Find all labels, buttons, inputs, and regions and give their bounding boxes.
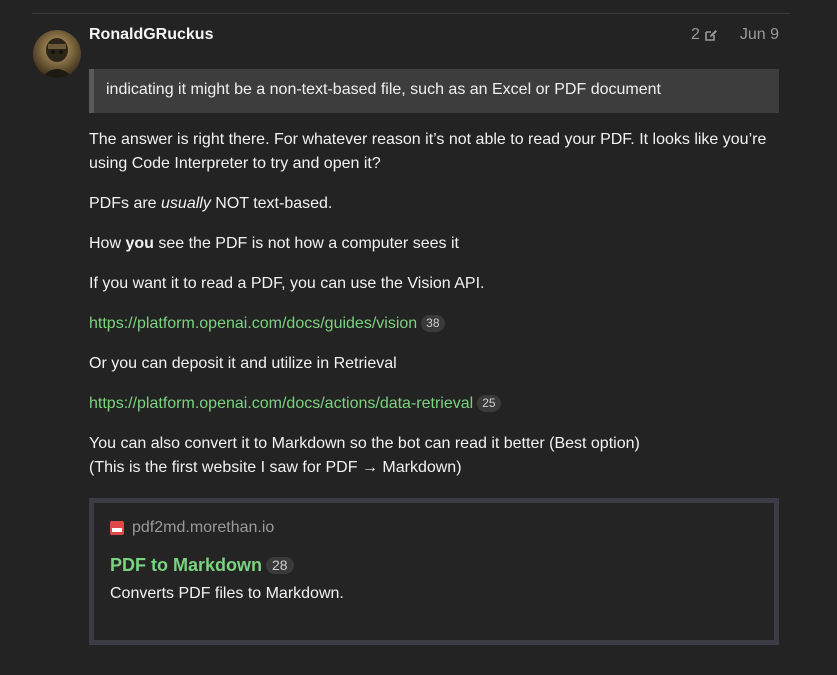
click-count-badge: 25: [477, 395, 501, 412]
link-preview-card: pdf2md.morethan.io PDF to Markdown 28 Con…: [89, 498, 779, 645]
text: How: [89, 235, 126, 252]
avatar[interactable]: [33, 30, 81, 78]
paragraph: Or you can deposit it and utilize in Ret…: [89, 355, 397, 372]
paragraph: PDFs are usually NOT text-based.: [89, 192, 779, 216]
pdf-favicon-icon: [110, 521, 124, 535]
paragraph: https://platform.openai.com/docs/actions…: [89, 392, 779, 416]
text: see the PDF is not how a computer sees i…: [153, 235, 459, 252]
emphasis-text: usually: [161, 195, 211, 212]
paragraph: https://platform.openai.com/docs/guides/…: [89, 312, 779, 336]
paragraph: The answer is right there. For whatever …: [89, 131, 767, 172]
forum-post: RonaldGRuckus 2 Jun 9 indicating it migh…: [0, 0, 837, 675]
paragraph: If you want it to read a PDF, you can us…: [89, 275, 485, 292]
click-count-badge: 38: [421, 315, 445, 332]
preview-title: PDF to Markdown 28: [110, 555, 758, 576]
text: PDFs are: [89, 195, 162, 212]
edit-count: 2: [690, 26, 700, 43]
paragraph: You can also convert it to Markdown so t…: [89, 432, 779, 480]
preview-source-domain: pdf2md.morethan.io: [132, 519, 275, 536]
retrieval-docs-link[interactable]: https://platform.openai.com/docs/actions…: [89, 395, 473, 412]
preview-title-link[interactable]: PDF to Markdown: [110, 555, 262, 575]
vision-docs-link[interactable]: https://platform.openai.com/docs/guides/…: [89, 315, 417, 332]
post-body: indicating it might be a non-text-based …: [89, 69, 779, 645]
pencil-edit-icon: [705, 30, 717, 41]
paragraph: How you see the PDF is not how a compute…: [89, 232, 779, 256]
post-meta: 2 Jun 9: [691, 26, 779, 44]
edit-history-button[interactable]: 2: [691, 26, 718, 44]
preview-source[interactable]: pdf2md.morethan.io: [110, 519, 758, 537]
post-author[interactable]: RonaldGRuckus: [89, 26, 213, 44]
bold-text: you: [125, 235, 154, 252]
text: You can also convert it to Markdown so t…: [89, 435, 640, 452]
preview-description: Converts PDF files to Markdown.: [110, 585, 344, 602]
quote-block: indicating it might be a non-text-based …: [89, 69, 779, 113]
divider: [32, 13, 790, 14]
click-count-badge: 28: [266, 557, 294, 574]
post-date[interactable]: Jun 9: [740, 26, 779, 44]
text: (This is the first website I saw for PDF…: [89, 459, 462, 476]
text: NOT text-based.: [210, 195, 333, 212]
